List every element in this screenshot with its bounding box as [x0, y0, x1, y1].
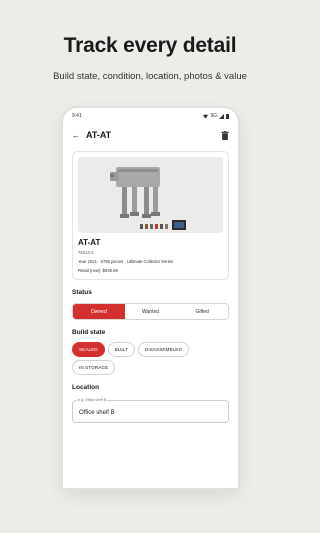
- location-heading: Location: [72, 384, 100, 391]
- promo-subhead: Build state, condition, location, photos…: [53, 71, 247, 82]
- status-heading: Status: [72, 289, 92, 296]
- chip-built[interactable]: BUILT: [107, 342, 135, 357]
- chip-disassembled[interactable]: DISASSEMBLED: [137, 342, 189, 357]
- set-name: AT-AT: [78, 238, 101, 247]
- set-meta: Year 2021 · 6785 pieces · Ultimate Colle…: [78, 259, 174, 264]
- at-at-model-image: [110, 167, 186, 230]
- set-retail-price: Retail (new): $849.99: [78, 268, 118, 273]
- phone-screen: 9:41 3G ← AT-AT AT-AT 75313-1 Year 2021 …: [63, 108, 238, 488]
- page-title: AT-AT: [86, 130, 112, 140]
- status-time: 9:41: [72, 113, 82, 119]
- wifi-icon: [203, 114, 209, 118]
- chip-sealed[interactable]: SEALED: [72, 342, 105, 357]
- build-state-heading: Build state: [72, 329, 106, 336]
- chip-in-storage[interactable]: IN STORAGE: [72, 360, 116, 375]
- signal-icon: [219, 113, 224, 119]
- trash-icon[interactable]: [221, 130, 229, 140]
- set-photo: [78, 157, 223, 233]
- network-label: 3G: [210, 113, 217, 119]
- set-card[interactable]: AT-AT 75313-1 Year 2021 · 6785 pieces · …: [72, 151, 229, 280]
- set-number: 75313-1: [78, 250, 94, 255]
- status-option-owned[interactable]: Owned: [73, 304, 125, 319]
- arrow-left-icon[interactable]: ←: [72, 131, 84, 140]
- status-option-gifted[interactable]: Gifted: [176, 304, 228, 319]
- status-option-wanted[interactable]: Wanted: [125, 304, 177, 319]
- app-bar: ← AT-AT: [63, 124, 238, 146]
- location-field[interactable]: e.g. Office shelf B Office shelf B: [72, 398, 229, 423]
- status-bar: 9:41 3G: [63, 108, 238, 124]
- promo-headline: Track every detail: [63, 34, 237, 57]
- build-state-chips: SEALED BUILT DISASSEMBLED IN STORAGE: [72, 342, 229, 375]
- status-indicators: 3G: [203, 113, 229, 119]
- location-field-value[interactable]: Office shelf B: [79, 410, 115, 416]
- status-segmented-control: Owned Wanted Gifted: [72, 303, 229, 320]
- location-field-placeholder: e.g. Office shelf B: [77, 398, 108, 402]
- battery-icon: [226, 113, 229, 119]
